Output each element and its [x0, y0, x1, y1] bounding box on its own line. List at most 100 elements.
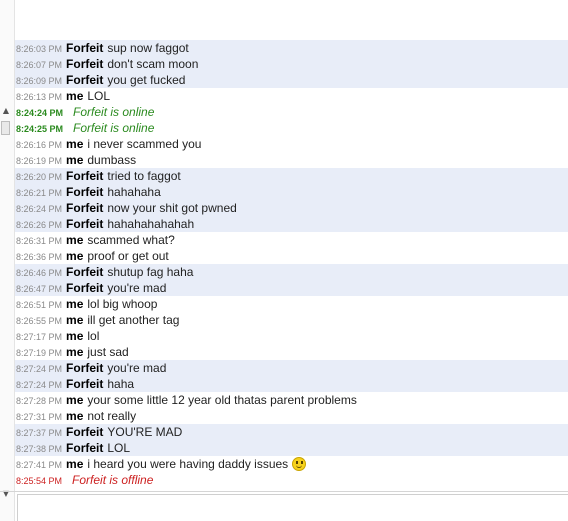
- message-text: i heard you were having daddy issues: [87, 457, 289, 471]
- message-timestamp: 8:26:03 PM: [16, 44, 63, 54]
- chat-message-row: 8:26:31 PM me scammed what?: [15, 232, 568, 248]
- message-sender: Forfeit: [66, 41, 104, 55]
- status-message-row: 8:24:24 PM Forfeit is online: [15, 104, 568, 120]
- message-sender: me: [66, 329, 84, 343]
- message-text: don't scam moon: [107, 57, 199, 71]
- message-text: you're mad: [107, 361, 167, 375]
- message-sender: Forfeit: [66, 201, 104, 215]
- message-sender: me: [66, 409, 84, 423]
- chat-log: 8:26:03 PM Forfeit sup now faggot 8:26:07 P…: [15, 40, 568, 491]
- chat-message-row: 8:26:51 PM me lol big whoop: [15, 296, 568, 312]
- message-timestamp: 8:26:47 PM: [16, 284, 63, 294]
- scroll-up-icon[interactable]: ▲: [1, 106, 11, 116]
- message-text: scammed what?: [87, 233, 175, 247]
- message-text: now your shit got pwned: [107, 201, 237, 215]
- message-timestamp: 8:26:21 PM: [16, 188, 63, 198]
- message-text: sup now faggot: [107, 41, 189, 55]
- chat-message-row: 8:26:07 PM Forfeit don't scam moon: [15, 56, 568, 72]
- message-timestamp: 8:27:31 PM: [16, 412, 63, 422]
- message-text: Forfeit is offline: [72, 473, 154, 487]
- chat-message-row: 8:26:47 PM Forfeit you're mad: [15, 280, 568, 296]
- message-sender: Forfeit: [66, 265, 104, 279]
- message-timestamp: 8:26:24 PM: [16, 204, 63, 214]
- chat-message-row: 8:27:28 PM me your some little 12 year old…: [15, 392, 568, 408]
- message-text: YOU'RE MAD: [107, 425, 183, 439]
- message-timestamp: 8:26:13 PM: [16, 92, 63, 102]
- chat-message-row: 8:26:55 PM me ill get another tag: [15, 312, 568, 328]
- message-timestamp: 8:26:51 PM: [16, 300, 63, 310]
- message-timestamp: 8:27:17 PM: [16, 332, 63, 342]
- message-sender: Forfeit: [66, 57, 104, 71]
- message-timestamp: 8:27:28 PM: [16, 396, 63, 406]
- message-timestamp: 8:26:36 PM: [16, 252, 63, 262]
- chat-message-row: 8:27:38 PM Forfeit LOL: [15, 440, 568, 456]
- message-text: lol: [87, 329, 100, 343]
- chat-message-row: 8:26:26 PM Forfeit hahahahahahah: [15, 216, 568, 232]
- message-timestamp: 8:27:38 PM: [16, 444, 63, 454]
- chat-message-row: 8:26:03 PM Forfeit sup now faggot: [15, 40, 568, 56]
- message-text: just sad: [87, 345, 129, 359]
- message-sender: Forfeit: [66, 377, 104, 391]
- message-sender: me: [66, 249, 84, 263]
- chat-message-row: 8:27:31 PM me not really: [15, 408, 568, 424]
- message-timestamp: 8:27:19 PM: [16, 348, 63, 358]
- message-sender: me: [66, 153, 84, 167]
- scroll-thumb[interactable]: [1, 121, 10, 135]
- chat-scrollbar[interactable]: ▲ ▼: [0, 0, 15, 521]
- chat-message-row: 8:26:46 PM Forfeit shutup fag haha: [15, 264, 568, 280]
- chat-message-row: 8:26:19 PM me dumbass: [15, 152, 568, 168]
- chat-message-row: 8:27:41 PM me i heard you were having dadd…: [15, 456, 568, 472]
- chat-message-row: 8:26:13 PM me LOL: [15, 88, 568, 104]
- message-timestamp: 8:26:31 PM: [16, 236, 63, 246]
- message-text: you're mad: [107, 281, 167, 295]
- message-sender: Forfeit: [66, 281, 104, 295]
- chat-message-row: 8:27:24 PM Forfeit you're mad: [15, 360, 568, 376]
- message-text: i never scammed you: [87, 137, 202, 151]
- chat-message-row: 8:27:19 PM me just sad: [15, 344, 568, 360]
- message-sender: Forfeit: [66, 169, 104, 183]
- message-text: haha: [107, 377, 135, 391]
- message-timestamp: 8:24:24 PM: [16, 108, 64, 118]
- message-sender: Forfeit: [66, 425, 104, 439]
- status-message-row: 8:25:54 PM Forfeit is offline: [15, 472, 568, 488]
- chat-message-row: 8:26:16 PM me i never scammed you: [15, 136, 568, 152]
- message-timestamp: 8:26:19 PM: [16, 156, 63, 166]
- chat-message-row: 8:26:36 PM me proof or get out: [15, 248, 568, 264]
- chat-message-row: 8:26:21 PM Forfeit hahahaha: [15, 184, 568, 200]
- chat-message-row: 8:26:09 PM Forfeit you get fucked: [15, 72, 568, 88]
- message-timestamp: 8:26:07 PM: [16, 60, 63, 70]
- message-sender: me: [66, 345, 84, 359]
- message-text: hahahaha: [107, 185, 161, 199]
- smiley-icon: [292, 457, 307, 471]
- message-text: your some little 12 year old thatas pare…: [87, 393, 357, 407]
- message-text: lol big whoop: [87, 297, 158, 311]
- message-timestamp: 8:25:54 PM: [16, 476, 63, 486]
- message-timestamp: 8:26:55 PM: [16, 316, 63, 326]
- message-timestamp: 8:26:16 PM: [16, 140, 63, 150]
- message-text: proof or get out: [87, 249, 169, 263]
- divider: [0, 491, 568, 492]
- message-sender: Forfeit: [66, 185, 104, 199]
- message-text: dumbass: [87, 153, 137, 167]
- message-timestamp: 8:26:26 PM: [16, 220, 63, 230]
- message-sender: me: [66, 137, 84, 151]
- chat-message-row: 8:26:24 PM Forfeit now your shit got pwned: [15, 200, 568, 216]
- message-text: hahahahahahah: [107, 217, 195, 231]
- chat-message-row: 8:27:37 PM Forfeit YOU'RE MAD: [15, 424, 568, 440]
- message-timestamp: 8:26:20 PM: [16, 172, 63, 182]
- message-text: ill get another tag: [87, 313, 180, 327]
- message-timestamp: 8:24:25 PM: [16, 124, 64, 134]
- message-sender: me: [66, 393, 84, 407]
- chat-message-row: 8:27:17 PM me lol: [15, 328, 568, 344]
- message-sender: me: [66, 89, 84, 103]
- message-text: shutup fag haha: [107, 265, 194, 279]
- message-timestamp: 8:27:41 PM: [16, 460, 63, 470]
- chat-message-row: 8:27:24 PM Forfeit haha: [15, 376, 568, 392]
- message-input[interactable]: [17, 494, 568, 521]
- message-text: LOL: [87, 89, 111, 103]
- status-message-row: 8:24:25 PM Forfeit is online: [15, 120, 568, 136]
- message-timestamp: 8:27:24 PM: [16, 380, 63, 390]
- message-sender: Forfeit: [66, 361, 104, 375]
- message-timestamp: 8:27:24 PM: [16, 364, 63, 374]
- message-sender: me: [66, 457, 84, 471]
